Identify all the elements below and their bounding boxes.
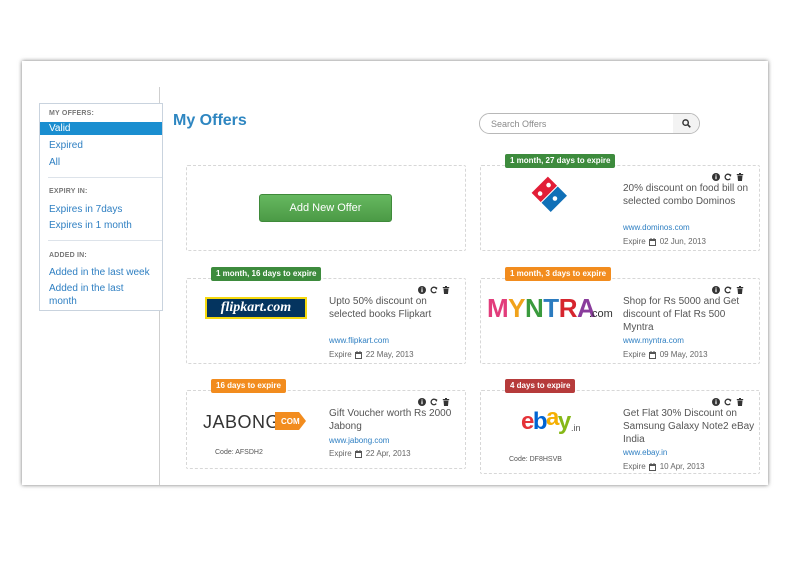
filter-expired[interactable]: Expired	[40, 139, 83, 152]
brand-logo-text: flipkart.com	[220, 300, 292, 315]
offer-description: 20% discount on food bill on selected co…	[623, 183, 749, 207]
filter-added-last-month[interactable]: Added in the last month	[40, 282, 130, 308]
offer-description: Get Flat 30% Discount on Samsung Galaxy …	[623, 408, 755, 445]
offer-actions	[711, 397, 744, 406]
expire-label: Expire	[329, 350, 352, 359]
info-icon[interactable]	[711, 285, 720, 294]
offer-link[interactable]: www.ebay.in	[623, 448, 667, 457]
offer-card-jabong: 16 days to expire JABONG COM Code: AFSDH…	[186, 379, 466, 469]
expiry-badge: 1 month, 27 days to expire	[505, 154, 616, 168]
myntra-logo: MYNTRA .com	[487, 291, 615, 330]
offer-expiry: Expire 22 Apr, 2013	[329, 449, 411, 458]
offer-expiry: Expire 10 Apr, 2013	[623, 462, 705, 471]
expire-date: 02 Jun, 2013	[659, 237, 706, 246]
trash-icon[interactable]	[735, 285, 744, 294]
expiry-badge: 1 month, 16 days to expire	[211, 267, 322, 281]
sidebar-separator	[48, 240, 162, 241]
svg-text:COM: COM	[281, 417, 300, 426]
offer-link[interactable]: www.myntra.com	[623, 336, 684, 345]
sidebar-separator	[48, 177, 162, 178]
offer-actions	[711, 172, 744, 181]
expire-date: 10 Apr, 2013	[659, 462, 705, 471]
offer-card-dominos: 1 month, 27 days to expire 20% discount …	[480, 154, 760, 251]
filter-expires-7days[interactable]: Expires in 7days	[40, 203, 122, 216]
expire-label: Expire	[623, 462, 646, 471]
offer-description: Upto 50% discount on selected books Flip…	[329, 296, 432, 320]
add-offer-card: Add New Offer	[186, 165, 466, 251]
coupon-code: Code: DF8HSVB	[509, 456, 562, 463]
refresh-icon[interactable]	[723, 397, 732, 406]
page-title: My Offers	[173, 112, 247, 129]
expire-date: 22 Apr, 2013	[365, 449, 411, 458]
calendar-icon	[648, 350, 656, 359]
filter-added-last-week[interactable]: Added in the last week	[40, 266, 150, 279]
expire-label: Expire	[329, 449, 352, 458]
dominos-logo	[529, 174, 571, 221]
filter-valid[interactable]: Valid	[40, 122, 162, 135]
coupon-code: Code: AFSDH2	[215, 449, 263, 456]
svg-text:MYNTRA: MYNTRA	[487, 293, 596, 323]
offer-link[interactable]: www.flipkart.com	[329, 336, 389, 345]
offer-link[interactable]: www.jabong.com	[329, 436, 389, 445]
calendar-icon	[648, 462, 656, 471]
info-icon[interactable]	[711, 172, 720, 181]
add-new-offer-button[interactable]: Add New Offer	[259, 194, 392, 222]
filter-all[interactable]: All	[40, 156, 60, 169]
filter-heading-added: ADDED IN:	[49, 252, 87, 259]
offer-actions	[417, 397, 450, 406]
expiry-badge: 4 days to expire	[505, 379, 576, 393]
expiry-badge: 16 days to expire	[211, 379, 286, 393]
search-button[interactable]	[673, 114, 699, 133]
search-box	[479, 113, 700, 134]
filter-heading-my-offers: MY OFFERS:	[49, 110, 95, 117]
info-icon[interactable]	[711, 397, 720, 406]
refresh-icon[interactable]	[429, 285, 438, 294]
offer-actions	[417, 285, 450, 294]
app-window: MY OFFERS: Valid Expired All EXPIRY IN: …	[22, 61, 768, 485]
filter-expires-1month[interactable]: Expires in 1 month	[40, 219, 132, 232]
offer-description: Shop for Rs 5000 and Get discount of Fla…	[623, 296, 740, 333]
offer-link[interactable]: www.dominos.com	[623, 223, 690, 232]
trash-icon[interactable]	[735, 397, 744, 406]
calendar-icon	[648, 237, 656, 246]
trash-icon[interactable]	[735, 172, 744, 181]
search-icon	[681, 119, 691, 128]
filter-heading-expiry: EXPIRY IN:	[49, 188, 88, 195]
offer-card-flipkart: 1 month, 16 days to expire flipkart.com …	[186, 267, 466, 364]
refresh-icon[interactable]	[429, 397, 438, 406]
expire-label: Expire	[623, 350, 646, 359]
svg-text:.com: .com	[589, 308, 613, 320]
search-input[interactable]	[480, 114, 674, 133]
trash-icon[interactable]	[441, 397, 450, 406]
svg-text:ebay: ebay	[521, 405, 572, 435]
jabong-logo: JABONG COM	[203, 408, 307, 439]
ebay-logo: ebay .in	[521, 404, 591, 442]
offer-description: Gift Voucher worth Rs 2000 Jabong	[329, 408, 452, 432]
trash-icon[interactable]	[441, 285, 450, 294]
calendar-icon	[354, 350, 362, 359]
info-icon[interactable]	[417, 285, 426, 294]
expire-date: 09 May, 2013	[659, 350, 708, 359]
expire-label: Expire	[623, 237, 646, 246]
expire-date: 22 May, 2013	[365, 350, 414, 359]
offer-expiry: Expire 02 Jun, 2013	[623, 237, 706, 246]
svg-text:.in: .in	[571, 423, 581, 433]
refresh-icon[interactable]	[723, 285, 732, 294]
offer-card-myntra: 1 month, 3 days to expire MYNTRA .com Sh…	[480, 267, 760, 364]
offer-actions	[711, 285, 744, 294]
refresh-icon[interactable]	[723, 172, 732, 181]
calendar-icon	[354, 449, 362, 458]
flipkart-logo: flipkart.com	[205, 297, 307, 319]
expiry-badge: 1 month, 3 days to expire	[505, 267, 612, 281]
offer-card-ebay: 4 days to expire ebay .in Code: DF8HSVB …	[480, 379, 760, 474]
info-icon[interactable]	[417, 397, 426, 406]
svg-text:JABONG: JABONG	[203, 412, 280, 432]
offer-expiry: Expire 09 May, 2013	[623, 350, 708, 359]
offer-expiry: Expire 22 May, 2013	[329, 350, 414, 359]
filter-sidebar: MY OFFERS: Valid Expired All EXPIRY IN: …	[39, 103, 163, 311]
